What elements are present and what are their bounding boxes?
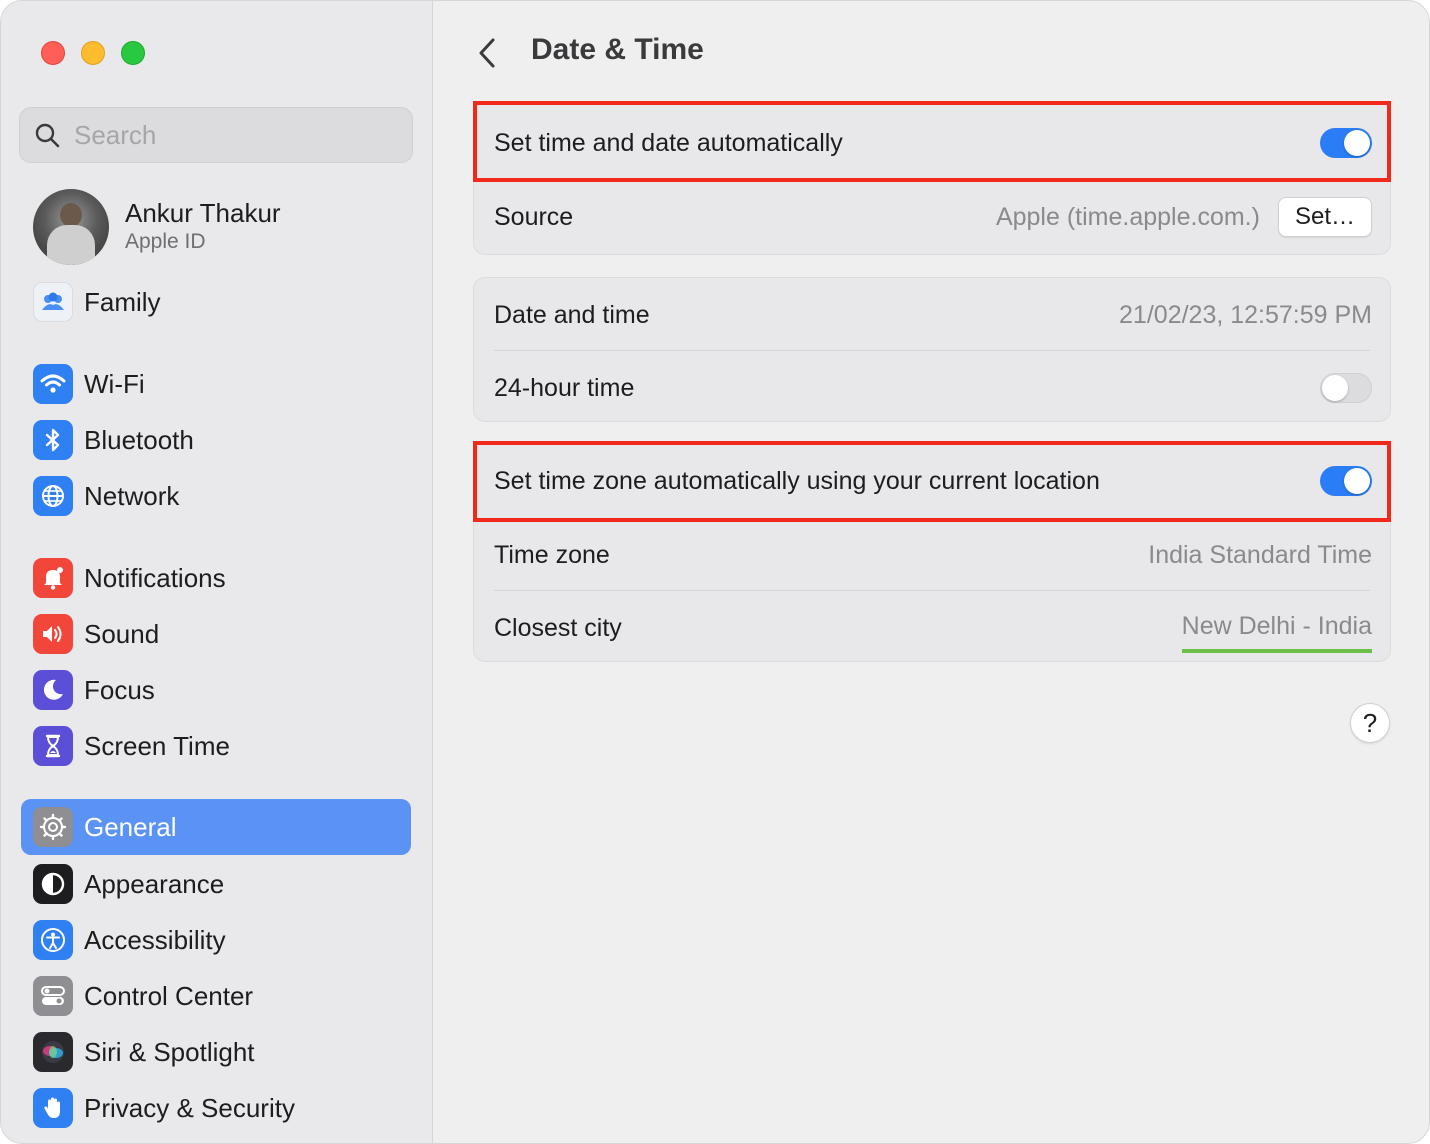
auto-timezone-row: Set time zone automatically using your c… [474,444,1392,518]
hourglass-icon [33,726,73,766]
sidebar-item-label: Privacy & Security [84,1092,295,1123]
globe-icon [33,476,73,516]
profile-subtitle: Apple ID [125,230,206,253]
appearance-icon [33,864,73,904]
date-time-row: Date and time 21/02/23, 12:57:59 PM [474,278,1392,352]
sidebar-item-siri-spotlight[interactable]: Siri & Spotlight [21,1024,411,1080]
maximize-button[interactable] [121,41,145,65]
search-input[interactable] [74,119,394,151]
sidebar-item-label: Wi-Fi [84,368,145,399]
set-source-button[interactable]: Set… [1277,197,1372,237]
auto-time-row: Set time and date automatically [474,106,1392,180]
sidebar-item-privacy-security[interactable]: Privacy & Security [21,1080,411,1136]
speaker-icon [33,614,73,654]
window-controls [41,41,145,65]
sidebar: Ankur Thakur Apple ID Family Wi-Fi Bluet… [1,1,433,1143]
page-title: Date & Time [531,33,704,66]
green-underline [1181,648,1372,653]
time-zone-group: Set time zone automatically using your c… [473,443,1391,662]
sidebar-item-label: Family [84,286,161,317]
search-field[interactable] [19,107,413,163]
sidebar-item-sound[interactable]: Sound [21,606,411,662]
auto-time-toggle[interactable] [1320,128,1372,158]
siri-icon [33,1032,73,1072]
timezone-row: Time zone India Standard Time [474,518,1392,592]
sidebar-item-screen-time[interactable]: Screen Time [21,718,411,774]
chevron-left-icon [479,38,495,68]
sidebar-item-label: Sound [84,618,160,649]
sidebar-item-family[interactable]: Family [21,274,411,330]
sidebar-item-label: General [84,811,177,842]
control-center-icon [33,976,73,1016]
time-source-group: Set time and date automatically Source A… [473,103,1391,255]
sidebar-item-focus[interactable]: Focus [21,662,411,718]
help-button[interactable]: ? [1350,703,1390,743]
accessibility-icon [33,920,73,960]
minimize-button[interactable] [81,41,105,65]
gear-icon [33,807,73,847]
source-value: Apple (time.apple.com.) [995,202,1260,231]
sidebar-item-label: Screen Time [84,730,230,761]
auto-timezone-label: Set time zone automatically using your c… [494,466,1100,495]
closest-city-text: New Delhi - India [1181,611,1372,640]
sidebar-item-label: Siri & Spotlight [84,1036,255,1067]
bell-icon [33,558,73,598]
back-button[interactable] [472,35,502,71]
auto-time-label: Set time and date automatically [494,128,843,157]
source-row: Source Apple (time.apple.com.) Set… [474,180,1392,254]
sidebar-item-network[interactable]: Network [21,468,411,524]
avatar [33,189,109,265]
family-icon [33,282,73,322]
sidebar-item-label: Focus [84,674,155,705]
source-label: Source [494,202,574,231]
sidebar-item-general[interactable]: General [21,799,411,855]
date-time-value[interactable]: 21/02/23, 12:57:59 PM [1119,301,1372,330]
timezone-value: India Standard Time [1148,540,1372,569]
main-pane: Date & Time Set time and date automatica… [434,1,1429,1143]
moon-icon [33,670,73,710]
bluetooth-icon [33,420,73,460]
apple-id-profile[interactable]: Ankur Thakur Apple ID [33,189,281,265]
sidebar-item-label: Control Center [84,980,254,1011]
close-button[interactable] [41,41,65,65]
hour24-toggle[interactable] [1320,373,1372,403]
settings-window: Ankur Thakur Apple ID Family Wi-Fi Bluet… [0,0,1430,1144]
hand-icon [33,1088,73,1128]
timezone-label: Time zone [494,540,610,569]
date-time-label: Date and time [494,300,650,329]
wifi-icon [33,364,73,404]
sidebar-item-label: Accessibility [84,924,226,955]
sidebar-item-accessibility[interactable]: Accessibility [21,912,411,968]
sidebar-item-label: Bluetooth [84,424,194,455]
sidebar-item-appearance[interactable]: Appearance [21,856,411,912]
date-time-group: Date and time 21/02/23, 12:57:59 PM 24-h… [473,277,1391,422]
sidebar-item-wifi[interactable]: Wi-Fi [21,356,411,412]
closest-city-row: Closest city New Delhi - India [474,591,1392,665]
sidebar-item-label: Appearance [84,868,225,899]
sidebar-item-control-center[interactable]: Control Center [21,968,411,1024]
hour24-label: 24-hour time [494,373,635,402]
closest-city-label: Closest city [494,613,622,642]
profile-name: Ankur Thakur [125,198,281,228]
sidebar-item-label: Notifications [84,562,226,593]
sidebar-item-notifications[interactable]: Notifications [21,550,411,606]
sidebar-item-label: Network [84,480,180,511]
closest-city-value[interactable]: New Delhi - India [1181,611,1372,653]
auto-timezone-toggle[interactable] [1320,466,1372,496]
hour24-row: 24-hour time [474,351,1392,425]
search-icon [35,123,60,148]
sidebar-item-bluetooth[interactable]: Bluetooth [21,412,411,468]
